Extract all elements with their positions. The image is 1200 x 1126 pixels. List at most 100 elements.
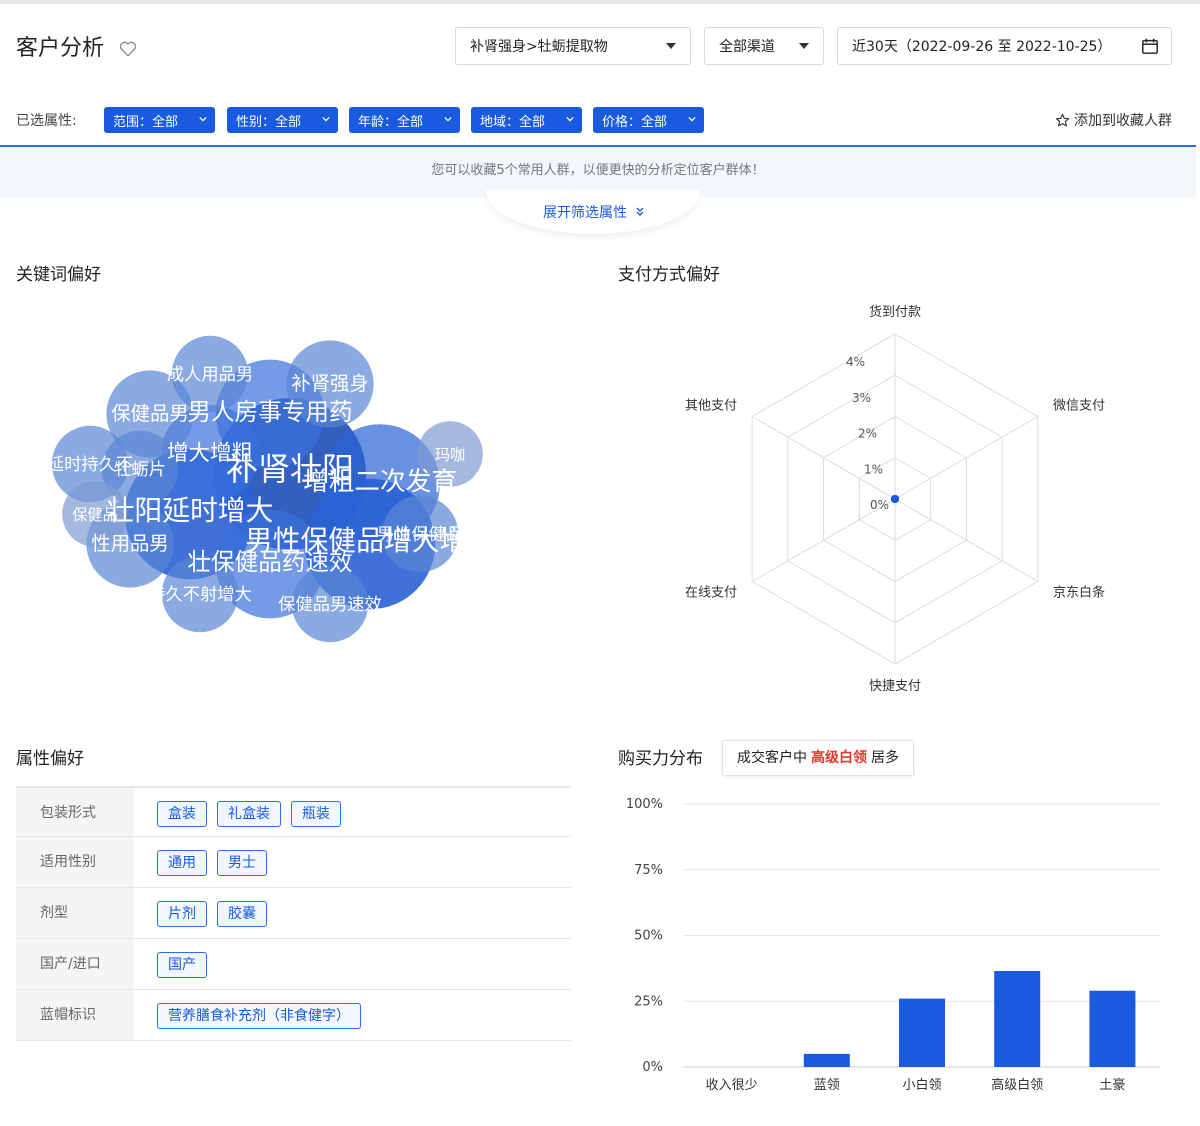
channel-select-value: 全部渠道 [719,39,775,55]
purchasing-section-title: 购买力分布 [618,749,703,769]
y-tick-label: 100% [626,797,663,812]
expand-filters-label: 展开筛选属性 [543,205,627,221]
chevron-down-icon [666,43,676,49]
attribute-value[interactable]: 通用 [157,850,207,876]
word-label[interactable]: 保健品男速效 [278,595,382,615]
bar[interactable] [994,971,1041,1067]
attribute-row: 包装形式 盒装 礼盒装 瓶装 [16,786,571,837]
attribute-name: 剂型 [16,888,134,938]
chevron-down-icon [199,116,207,122]
word-label[interactable]: 成人用品男 [167,365,253,385]
attribute-value[interactable]: 男士 [217,850,267,876]
y-tick-label: 25% [634,994,663,1009]
double-chevron-down-icon [636,207,644,216]
page: 客户分析 补肾强身>牡蛎提取物 全部渠道 近30天（2022-09-26 至 2… [0,4,1196,1126]
filter-chip-scope[interactable]: 范围：全部 [104,107,215,133]
radar-tick-label: 3% [852,391,871,405]
filter-chip-gender[interactable]: 性别：全部 [227,107,338,133]
attribute-value[interactable]: 营养膳食补充剂（非食健字） [157,1003,361,1029]
attributes-section-title: 属性偏好 [16,749,84,769]
bar[interactable] [1089,990,1136,1067]
radar-axis-label: 货到付款 [869,304,921,320]
filter-chip-age[interactable]: 年龄：全部 [349,107,460,133]
purchasing-summary-tag: 成交客户中 高级白领 居多 [722,740,914,776]
attribute-name: 包装形式 [16,788,134,836]
y-tick-label: 0% [642,1060,663,1075]
word-label[interactable]: 增大增粗 [167,441,253,466]
x-tick-label: 小白领 [902,1077,941,1093]
bar[interactable] [899,998,945,1067]
x-tick-label: 收入很少 [706,1078,758,1093]
page-title: 客户分析 [16,36,105,61]
attribute-row: 国产/进口 国产 [16,939,571,990]
summary-prefix: 成交客户中 [737,750,807,766]
heart-icon[interactable] [118,39,138,59]
star-icon [1055,113,1070,126]
payment-section-title: 支付方式偏好 [618,265,720,285]
add-to-favorites-button[interactable]: 添加到收藏人群 [1055,110,1172,130]
attribute-table: 包装形式 盒装 礼盒装 瓶装 适用性别 通用 男士 剂型 片剂 胶囊 国产/进口 [16,786,571,1041]
filter-chip-label: 范围：全部 [113,114,179,130]
y-tick-label: 50% [634,929,663,944]
word-label[interactable]: 玛咖 [435,446,465,464]
x-tick-label: 高级白领 [991,1077,1043,1093]
attribute-value[interactable]: 国产 [157,952,207,978]
attribute-name: 国产/进口 [16,939,134,989]
word-label[interactable]: 保健品男 [111,402,189,425]
purchasing-power-bar-chart: 100% 75% 50% 25% 0% 收入很少 蓝领 小白领 高级白领 土豪 [626,797,1160,1093]
attribute-value[interactable]: 礼盒装 [217,801,281,827]
channel-select[interactable]: 全部渠道 [704,27,824,65]
word-label[interactable]: 保健品 [72,506,118,524]
attribute-row: 蓝帽标识 营养膳食补充剂（非食健字） [16,990,571,1041]
word-label[interactable]: 性用品男 [91,532,169,555]
radar-tick-label: 1% [864,462,883,476]
attribute-row: 剂型 片剂 胶囊 [16,888,571,939]
word-label[interactable]: 男性保健品 [377,525,463,545]
attribute-value[interactable]: 胶囊 [217,901,267,927]
keyword-word-cloud: 补肾壮阳男性保健品增大增粗壮阳延时增大增粗二次发育男人房事专用药壮保健品药速效增… [47,335,495,643]
chevron-down-icon [799,43,809,49]
attribute-row: 适用性别 通用 男士 [16,837,571,888]
radar-axis-label: 京东白条 [1053,585,1105,601]
word-label[interactable]: 男人房事专用药 [187,398,352,426]
expand-filters-button[interactable]: 展开筛选属性 [543,202,645,222]
radar-axis-label: 在线支付 [685,586,737,601]
radar-tick-label: 2% [858,427,877,441]
summary-suffix: 居多 [871,750,899,766]
radar-axis-label: 微信支付 [1053,399,1105,414]
word-label[interactable]: 增粗二次发育 [303,467,457,497]
filter-chip-label: 年龄：全部 [358,114,424,130]
word-label[interactable]: 壮保健品药速效 [187,548,352,576]
radar-point [891,495,899,503]
word-label[interactable]: 壮阳延时增大 [107,494,274,527]
chevron-down-icon [444,116,452,122]
attribute-name: 适用性别 [16,837,134,887]
filter-chip-label: 地域：全部 [480,114,546,130]
x-tick-label: 土豪 [1099,1077,1125,1093]
y-tick-label: 75% [634,863,663,878]
radar-tick-label: 4% [846,355,865,369]
date-range-picker[interactable]: 近30天（2022-09-26 至 2022-10-25） [837,27,1172,65]
filter-chip-region[interactable]: 地域：全部 [471,107,582,133]
chevron-down-icon [688,116,696,122]
filter-chip-price[interactable]: 价格：全部 [593,107,704,133]
word-label[interactable]: 牡蛎片 [114,460,166,480]
attribute-value[interactable]: 盒装 [157,801,207,827]
radar-axis-label: 快捷支付 [869,679,921,694]
attribute-value[interactable]: 瓶装 [291,801,341,827]
selected-attributes-label: 已选属性: [16,113,77,129]
bar[interactable] [803,1053,850,1067]
category-select-value: 补肾强身>牡蛎提取物 [470,39,608,55]
add-to-favorites-label: 添加到收藏人群 [1074,113,1172,129]
category-select[interactable]: 补肾强身>牡蛎提取物 [455,27,691,65]
chevron-down-icon [566,116,574,122]
date-range-value: 近30天（2022-09-26 至 2022-10-25） [852,39,1112,55]
attribute-value[interactable]: 片剂 [157,901,207,927]
radar-axis-label: 其他支付 [685,399,737,414]
word-label[interactable]: 持久不射增大 [148,585,252,605]
word-label[interactable]: 补肾强身 [291,372,369,395]
chevron-down-icon [322,116,330,122]
attribute-name: 蓝帽标识 [16,990,134,1040]
radar-tick-label: 0% [870,498,889,512]
filter-chip-label: 性别：全部 [236,114,302,130]
